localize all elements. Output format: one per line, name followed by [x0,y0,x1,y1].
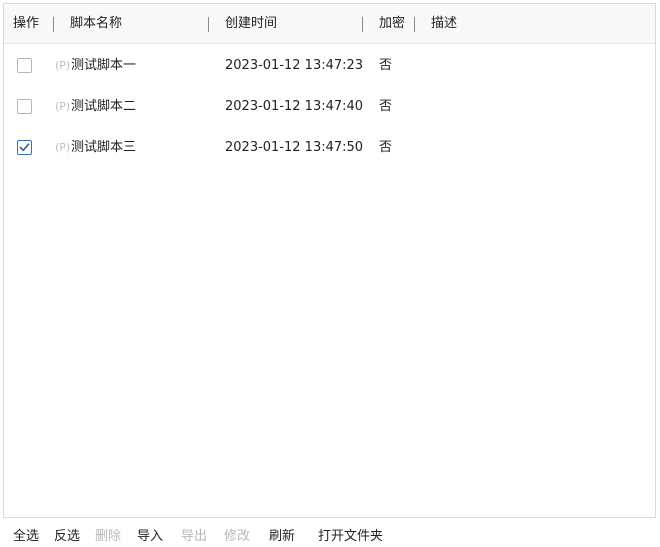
table-row[interactable]: (P) 测试脚本一 2023-01-12 13:47:23 否 [4,45,655,86]
delete-button[interactable]: 删除 [95,525,121,544]
script-name: 测试脚本一 [71,58,137,73]
script-name: 测试脚本二 [71,99,137,114]
script-list-panel: 操作 脚本名称 创建时间 加密 描述 (P) 测试脚本一 2023-01-12 … [3,3,656,518]
checkmark-icon [19,143,30,152]
column-resize-handle[interactable] [414,17,415,32]
bottom-toolbar: 全选 反选 删除 导入 导出 修改 刷新 打开文件夹 [0,521,660,547]
protected-prefix: (P) [55,141,71,154]
header-action[interactable]: 操作 [13,4,39,44]
row-checkbox[interactable] [17,99,32,114]
protected-prefix: (P) [55,100,71,113]
column-resize-handle[interactable] [208,17,209,32]
encrypted-value: 否 [379,140,393,155]
edit-button[interactable]: 修改 [224,525,250,544]
row-checkbox[interactable] [17,58,32,73]
header-description[interactable]: 描述 [431,4,457,44]
open-folder-button[interactable]: 打开文件夹 [318,525,383,544]
script-name: 测试脚本三 [71,140,137,155]
encrypted-value: 否 [379,99,393,114]
row-checkbox-checked[interactable] [17,140,32,155]
column-resize-handle[interactable] [362,17,363,32]
protected-prefix: (P) [55,59,71,72]
invert-selection-button[interactable]: 反选 [54,525,80,544]
header-encrypted[interactable]: 加密 [379,4,405,44]
table-header: 操作 脚本名称 创建时间 加密 描述 [4,4,655,44]
header-script-name[interactable]: 脚本名称 [70,4,122,44]
header-created-time[interactable]: 创建时间 [225,4,277,44]
table-row[interactable]: (P) 测试脚本二 2023-01-12 13:47:40 否 [4,86,655,127]
refresh-button[interactable]: 刷新 [269,525,295,544]
import-button[interactable]: 导入 [137,525,163,544]
created-time: 2023-01-12 13:47:23 [225,58,364,73]
table-row[interactable]: (P) 测试脚本三 2023-01-12 13:47:50 否 [4,127,655,168]
encrypted-value: 否 [379,58,393,73]
created-time: 2023-01-12 13:47:40 [225,99,364,114]
export-button[interactable]: 导出 [181,525,207,544]
select-all-button[interactable]: 全选 [13,525,39,544]
created-time: 2023-01-12 13:47:50 [225,140,364,155]
column-resize-handle[interactable] [53,17,54,32]
